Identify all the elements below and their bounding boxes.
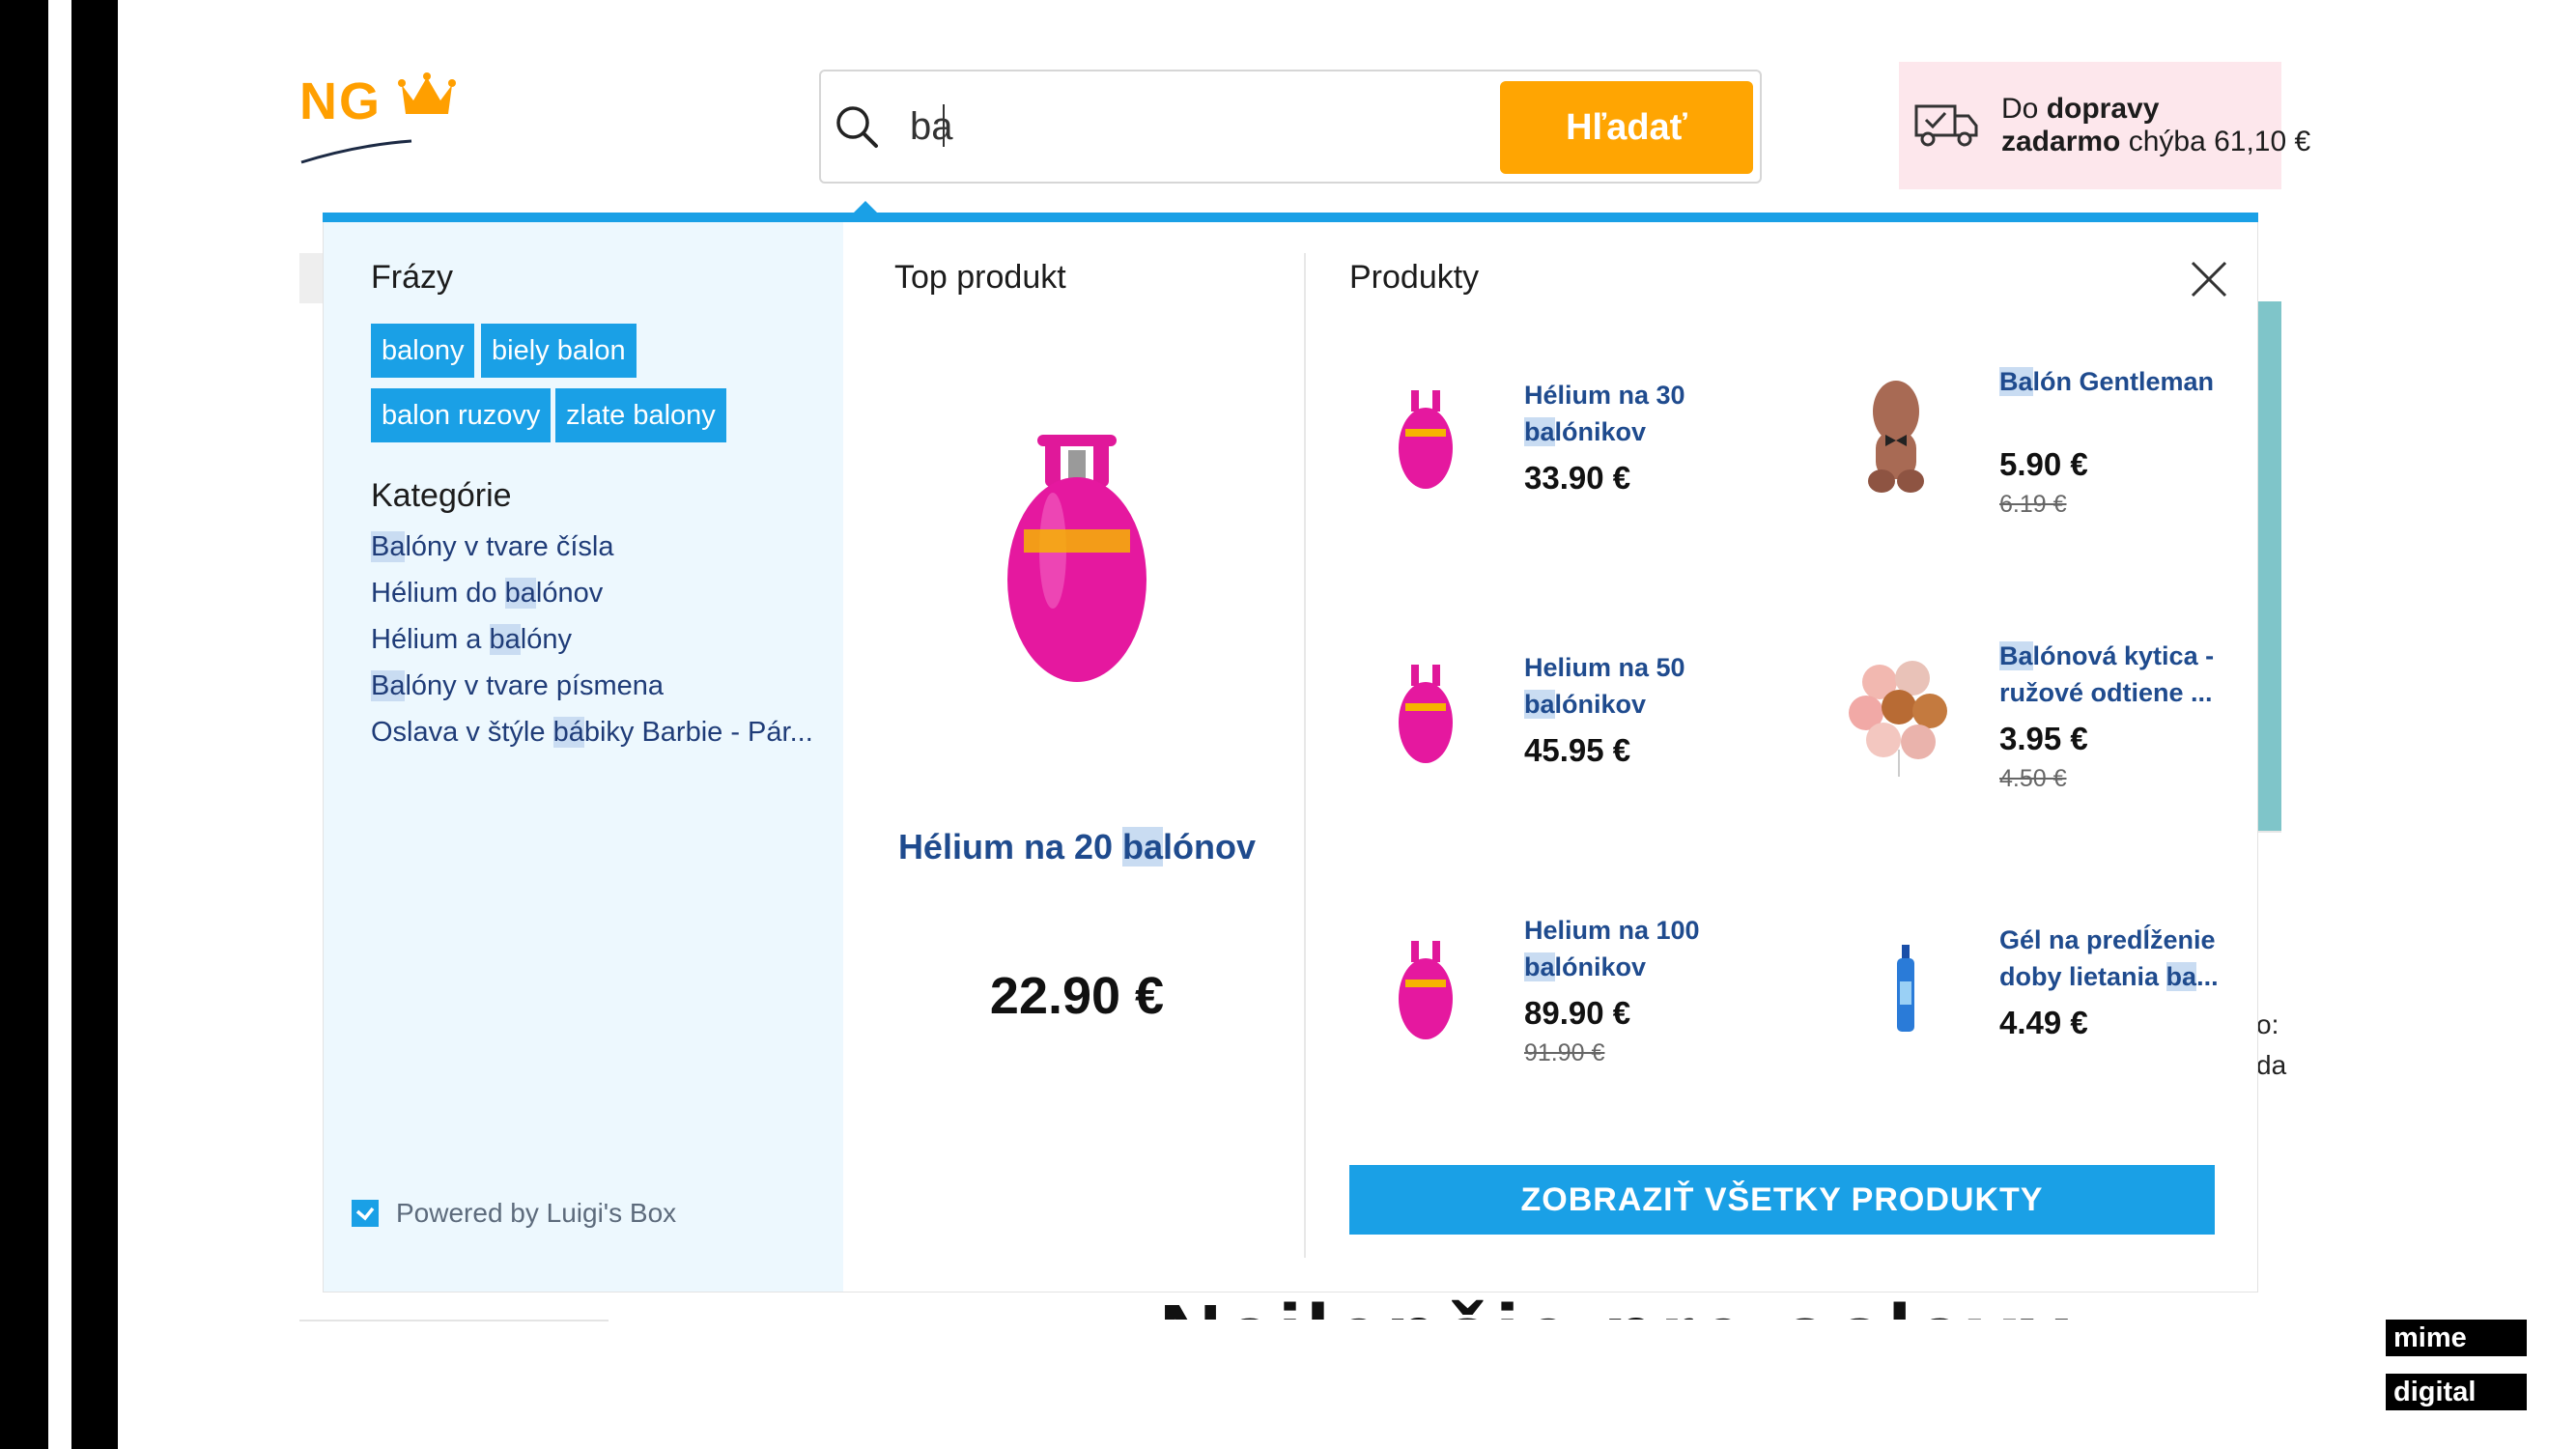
text-caret xyxy=(943,104,945,147)
products-title: Produkty xyxy=(1349,259,1480,296)
top-product-title: Top produkt xyxy=(894,259,1066,296)
product-old-price: 4.50 € xyxy=(1999,765,2067,792)
shipping-text: Do dopravy zadarmo chýba 61,10 € xyxy=(2001,93,2311,157)
helium-tank-icon[interactable] xyxy=(1394,937,1458,1043)
powered-by-text[interactable]: Powered by Luigi's Box xyxy=(396,1198,676,1229)
phrase-chip[interactable]: balony xyxy=(371,324,475,378)
phrases-column xyxy=(324,222,843,1292)
search-icon xyxy=(836,106,878,148)
helium-tank-icon[interactable] xyxy=(1394,386,1458,493)
luigis-box-logo-icon xyxy=(352,1200,379,1227)
bg-divider xyxy=(2256,831,2281,833)
gel-bottle-icon[interactable] xyxy=(1891,943,1920,1036)
product-old-price: 6.19 € xyxy=(1999,491,2067,518)
phrase-chip[interactable]: zlate balony xyxy=(555,388,726,442)
product-price: 4.49 € xyxy=(1999,1005,2088,1040)
brand-label-mime: mime xyxy=(2386,1320,2527,1356)
bg-nav-fragment xyxy=(299,253,325,303)
helium-tank-icon[interactable] xyxy=(1394,661,1458,767)
category-link[interactable]: Balóny v tvare čísla xyxy=(371,531,613,563)
top-product-name[interactable]: Hélium na 20 balónov xyxy=(840,827,1314,867)
category-link[interactable]: Oslava v štýle bábiky Barbie - Pár... xyxy=(371,717,813,749)
product-price: 5.90 € xyxy=(1999,446,2088,482)
dropdown-pointer xyxy=(854,201,877,213)
dropdown-top-bar xyxy=(323,213,2258,222)
product-price: 3.95 € xyxy=(1999,721,2088,756)
search-button[interactable]: Hľadať xyxy=(1500,81,1753,174)
category-link[interactable]: Hélium do balónov xyxy=(371,578,603,610)
bg-divider xyxy=(299,1320,609,1321)
bg-banner-fragment xyxy=(2256,301,2281,831)
helium-tank-image[interactable] xyxy=(995,425,1159,696)
category-link[interactable]: Hélium a balóny xyxy=(371,624,572,656)
product-old-price: 91.90 € xyxy=(1524,1039,1605,1066)
left-black-bar-2 xyxy=(71,0,118,1449)
product-price: 33.90 € xyxy=(1524,460,1631,496)
product-name[interactable]: Balónová kytica - ružové odtiene ... xyxy=(1999,638,2241,711)
logo-swoosh xyxy=(300,139,412,164)
delivery-truck-icon xyxy=(1914,104,1978,147)
column-divider xyxy=(1304,253,1306,1258)
balloon-gentleman-icon[interactable] xyxy=(1862,373,1930,498)
site-logo[interactable]: NG xyxy=(299,71,457,131)
search-input[interactable] xyxy=(910,89,1489,164)
logo-text: NG xyxy=(299,72,382,130)
brand-label-digital: digital xyxy=(2386,1374,2527,1410)
phrase-chip[interactable]: biely balon xyxy=(481,324,637,378)
top-product-price: 22.90 € xyxy=(989,967,1165,1025)
product-name[interactable]: Helium na 50 balónikov xyxy=(1524,649,1727,723)
product-name[interactable]: Balón Gentleman xyxy=(1999,363,2231,400)
close-icon[interactable] xyxy=(2189,259,2229,299)
crown-icon xyxy=(398,72,457,114)
phrases-title: Frázy xyxy=(371,259,453,296)
category-link[interactable]: Balóny v tvare písmena xyxy=(371,670,664,702)
bg-text-fragment: o: da xyxy=(2256,1009,2287,1080)
product-price: 45.95 € xyxy=(1524,732,1631,768)
balloon-bouquet-icon[interactable] xyxy=(1845,653,1951,779)
product-name[interactable]: Hélium na 30 balónikov xyxy=(1524,377,1727,450)
product-name[interactable]: Helium na 100 balónikov xyxy=(1524,912,1727,985)
show-all-products-button[interactable]: ZOBRAZIŤ VŠETKY PRODUKTY xyxy=(1349,1165,2215,1235)
phrase-chip[interactable]: balon ruzovy xyxy=(371,388,552,442)
left-black-bar xyxy=(0,0,48,1449)
product-price: 89.90 € xyxy=(1524,995,1631,1031)
product-name[interactable]: Gél na predĺženie doby lietania ba... xyxy=(1999,922,2241,995)
categories-title: Kategórie xyxy=(371,477,512,514)
bg-heading-fragment: Najlepšie pre oslavy xyxy=(1159,1294,2086,1320)
